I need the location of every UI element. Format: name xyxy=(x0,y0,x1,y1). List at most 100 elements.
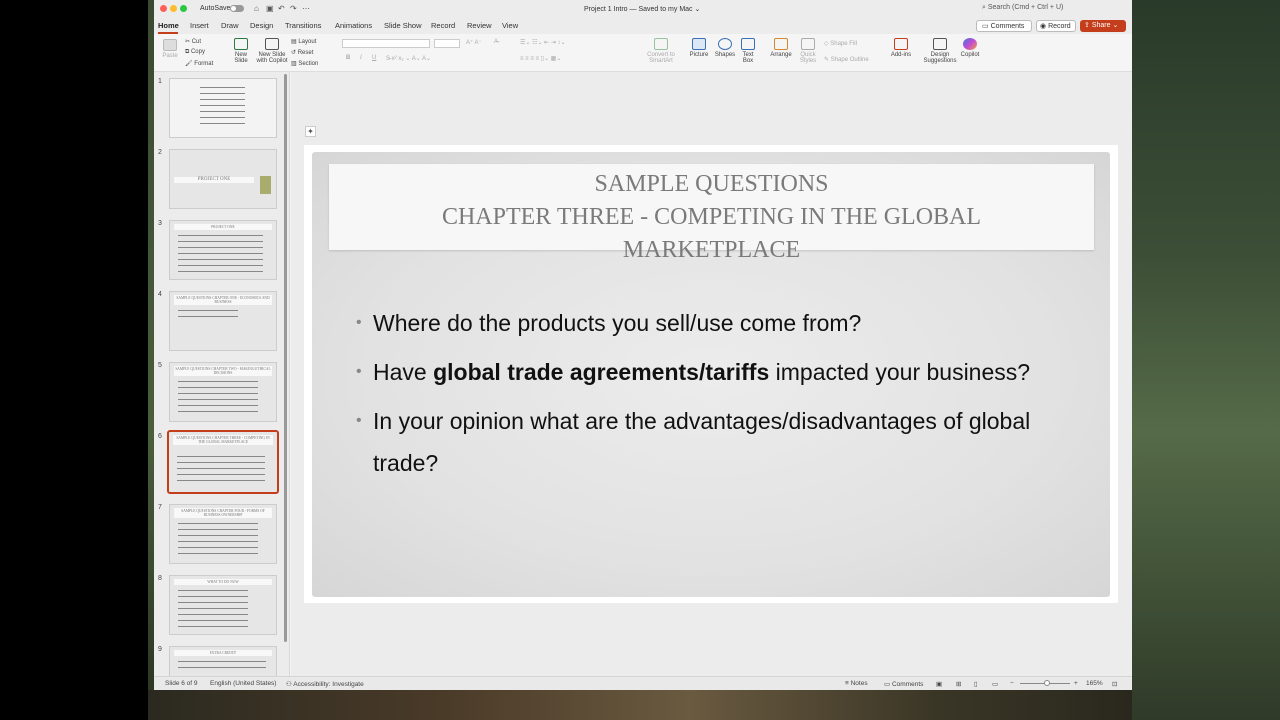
slide-sorter-icon[interactable]: ⊞ xyxy=(956,680,961,688)
slide-thumbnail-4[interactable]: SAMPLE QUESTIONS CHAPTER ONE - ECONOMICS… xyxy=(169,291,277,351)
zoom-slider-handle[interactable] xyxy=(1044,680,1050,686)
thumbnail-number: 3 xyxy=(158,220,162,227)
search-input[interactable]: ⌕ Search (Cmd + Ctrl + U) xyxy=(982,4,1122,15)
desktop-background-left xyxy=(0,0,148,720)
title-bar: AutoSave ⌂ ▣ ↶ ↷ ⋯ Project 1 Intro — Sav… xyxy=(154,0,1132,18)
slide-thumbnail-1[interactable] xyxy=(169,78,277,138)
tab-draw[interactable]: Draw xyxy=(221,21,239,30)
close-window-button[interactable] xyxy=(160,5,167,12)
design-suggestions-button[interactable]: Design Suggestions xyxy=(922,38,958,64)
share-icon: ⇪ xyxy=(1084,22,1090,29)
format-painter-button[interactable]: 🖌 Format xyxy=(185,60,213,67)
slide-thumbnail-5[interactable]: SAMPLE QUESTIONS CHAPTER TWO - MAKING ET… xyxy=(169,362,277,422)
layout-button[interactable]: ▤ Layout xyxy=(291,38,316,45)
zoom-out-icon[interactable]: − xyxy=(1010,680,1014,687)
shape-outline-button[interactable]: ✎ Shape Outline xyxy=(824,56,869,63)
undo-icon[interactable]: ↶ xyxy=(278,4,285,13)
share-button[interactable]: ⇪ Share ⌄ xyxy=(1080,20,1126,32)
tab-view[interactable]: View xyxy=(502,21,518,30)
comments-button-label: Comments xyxy=(990,23,1025,30)
alignment-icon[interactable]: ≡ ≡ ≡ ≡ ▯⌄ ▦⌄ xyxy=(520,55,561,62)
underline-button[interactable]: U xyxy=(372,55,376,61)
slide-thumbnail-8[interactable]: WHAT TO DO NOW xyxy=(169,575,277,635)
convert-smartart-button[interactable]: Convert to SmartArt xyxy=(646,38,676,64)
bullets-icon[interactable]: ☰⌄ ☷⌄ ⇤ ⇥ ↕⌄ xyxy=(520,39,566,46)
slide-thumbnail-3[interactable]: PROJECT ONE xyxy=(169,220,277,280)
save-icon[interactable]: ▣ xyxy=(266,4,274,13)
home-icon[interactable]: ⌂ xyxy=(254,4,259,13)
tab-transitions[interactable]: Transitions xyxy=(285,21,321,30)
paste-button[interactable]: Paste xyxy=(160,39,180,59)
bullet-bold-text: global trade agreements/tariffs xyxy=(433,359,770,385)
shape-fill-button[interactable]: ◇ Shape Fill xyxy=(824,40,857,47)
zoom-in-icon[interactable]: + xyxy=(1074,680,1078,687)
arrange-button[interactable]: Arrange xyxy=(768,38,794,58)
thumbnail-title: SAMPLE QUESTIONS CHAPTER THREE - COMPETI… xyxy=(173,435,273,445)
slideshow-view-icon[interactable]: ▭ xyxy=(992,680,998,688)
redo-icon[interactable]: ↷ xyxy=(290,4,297,13)
add-ins-button[interactable]: Add-ins xyxy=(890,38,912,58)
tab-animations[interactable]: Animations xyxy=(335,21,372,30)
copilot-button[interactable]: Copilot xyxy=(958,38,982,58)
cut-label: Cut xyxy=(191,39,202,45)
picture-label: Picture xyxy=(689,52,709,58)
sparkle-icon[interactable]: ✦ xyxy=(305,126,316,137)
minimize-window-button[interactable] xyxy=(170,5,177,12)
thumbnail-title: SAMPLE QUESTIONS CHAPTER TWO - MAKING ET… xyxy=(174,366,272,376)
tab-record[interactable]: Record xyxy=(431,21,455,30)
clear-format-icon[interactable]: A̶ xyxy=(494,39,498,45)
slide-thumbnail-2[interactable]: PROJECT ONE xyxy=(169,149,277,209)
new-slide-button[interactable]: New Slide xyxy=(230,38,252,64)
strikethrough-icon[interactable]: S̶ x² x₂ ⌄ A⌄ A⌄ xyxy=(386,55,431,62)
smartart-icon xyxy=(654,38,668,50)
bullet-item: Where do the products you sell/use come … xyxy=(356,302,1076,344)
quick-styles-button[interactable]: Quick Styles xyxy=(796,38,820,64)
slide-title[interactable]: SAMPLE QUESTIONS CHAPTER THREE - COMPETI… xyxy=(329,164,1094,263)
slide-thumbnail-7[interactable]: SAMPLE QUESTIONS CHAPTER FOUR - FORMS OF… xyxy=(169,504,277,564)
more-options-icon[interactable]: ⋯ xyxy=(302,4,310,13)
zoom-level[interactable]: 165% xyxy=(1086,680,1103,687)
quick-styles-icon xyxy=(801,38,815,50)
thumbnail-text-lines xyxy=(178,235,263,277)
tab-insert[interactable]: Insert xyxy=(190,21,209,30)
font-name-field[interactable] xyxy=(342,39,430,48)
font-size-field[interactable] xyxy=(434,39,460,48)
slide-body-text[interactable]: Where do the products you sell/use come … xyxy=(356,302,1076,491)
autosave-toggle[interactable] xyxy=(230,5,244,12)
thumbnail-scrollbar[interactable] xyxy=(284,74,287,642)
ribbon-home: Paste ✂ Cut ⧉ Copy 🖌 Format New Slide Ne… xyxy=(154,34,1132,72)
tab-design[interactable]: Design xyxy=(250,21,273,30)
comments-button[interactable]: ▭ Comments xyxy=(976,20,1032,32)
slide-6[interactable]: SAMPLE QUESTIONS CHAPTER THREE - COMPETI… xyxy=(304,145,1118,603)
shapes-button[interactable]: Shapes xyxy=(713,38,737,58)
copy-button[interactable]: ⧉ Copy xyxy=(185,49,205,56)
new-slide-copilot-button[interactable]: New Slide with Copilot xyxy=(255,38,289,64)
slide-editing-canvas: ✦ SAMPLE QUESTIONS CHAPTER THREE - COMPE… xyxy=(291,72,1132,676)
maximize-window-button[interactable] xyxy=(180,5,187,12)
tab-home[interactable]: Home xyxy=(158,21,179,30)
section-button[interactable]: ▥ Section xyxy=(291,60,318,67)
tab-review[interactable]: Review xyxy=(467,21,492,30)
increase-font-icon[interactable]: A⁺ A⁻ xyxy=(466,39,482,46)
document-title[interactable]: Project 1 Intro — Saved to my Mac ⌄ xyxy=(584,5,700,13)
normal-view-icon[interactable]: ▣ xyxy=(936,680,942,688)
cut-button[interactable]: ✂ Cut xyxy=(185,38,201,45)
picture-button[interactable]: Picture xyxy=(687,38,711,58)
text-box-button[interactable]: Text Box xyxy=(738,38,758,64)
notes-button[interactable]: ≡ Notes xyxy=(845,680,868,687)
accessibility-status[interactable]: ⚇ Accessibility: Investigate xyxy=(286,680,364,688)
status-comments-button[interactable]: ▭ Comments xyxy=(884,680,923,688)
reading-view-icon[interactable]: ▯ xyxy=(974,680,978,688)
tab-slide-show[interactable]: Slide Show xyxy=(384,21,422,30)
thumbnail-title: SAMPLE QUESTIONS CHAPTER ONE - ECONOMICS… xyxy=(174,295,272,305)
bold-button[interactable]: B xyxy=(346,55,350,61)
slide-count: Slide 6 of 9 xyxy=(165,680,198,687)
fit-to-window-icon[interactable]: ⊡ xyxy=(1112,680,1117,688)
language-indicator[interactable]: English (United States) xyxy=(210,680,276,687)
reset-button[interactable]: ↺ Reset xyxy=(291,49,313,56)
format-label: Format xyxy=(194,61,214,67)
slide-thumbnail-9[interactable]: EXTRA CREDIT! xyxy=(169,646,277,676)
record-button[interactable]: ◉ Record xyxy=(1036,20,1076,32)
italic-button[interactable]: I xyxy=(360,55,362,61)
slide-thumbnail-6[interactable]: SAMPLE QUESTIONS CHAPTER THREE - COMPETI… xyxy=(167,430,279,494)
